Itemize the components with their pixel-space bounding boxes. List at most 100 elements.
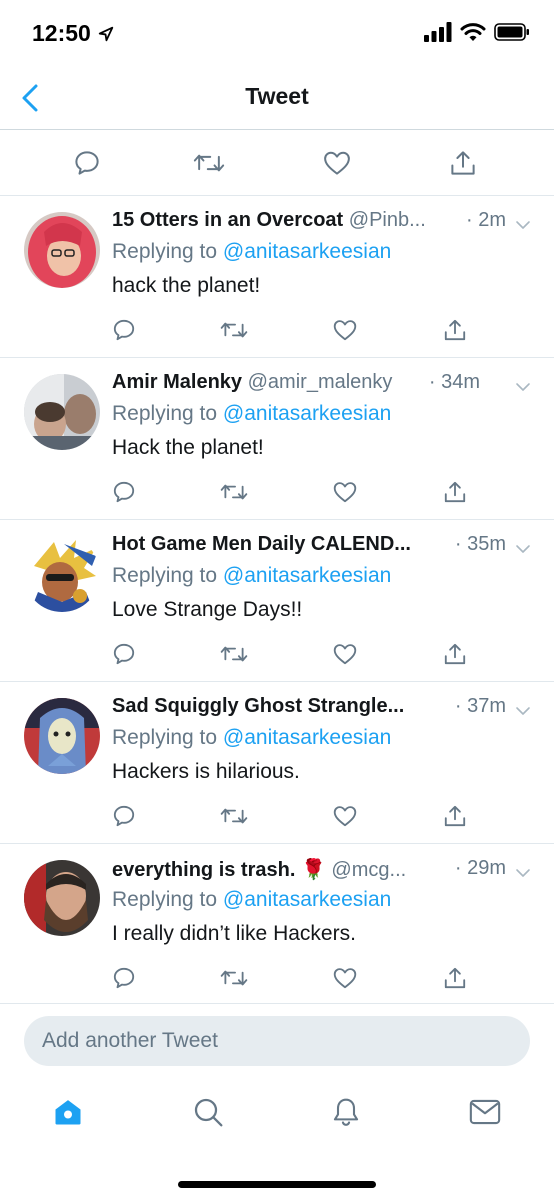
chevron-down-icon[interactable] (514, 216, 532, 234)
reply-icon (113, 967, 135, 989)
retweet-icon (193, 154, 225, 172)
location-arrow-icon (98, 26, 114, 41)
user-handle[interactable]: @mcg... (331, 859, 406, 881)
replying-to: Replying to @anitasarkeesian (112, 888, 391, 912)
heart-icon (333, 320, 357, 341)
tweet-actions (0, 472, 554, 512)
reply-icon (75, 151, 99, 175)
user-handle[interactable]: @Pinb... (349, 209, 426, 231)
share-button[interactable] (435, 310, 475, 350)
share-button[interactable] (435, 634, 475, 674)
nav-bar: Tweet (0, 66, 554, 130)
tab-home[interactable] (48, 1092, 88, 1132)
mention-link[interactable]: @anitasarkeesian (223, 564, 391, 587)
avatar[interactable] (24, 212, 100, 288)
reply-button[interactable] (104, 472, 144, 512)
main-tweet-actions (0, 131, 554, 196)
tweet-text: I really didn’t like Hackers. (112, 922, 356, 945)
share-button[interactable] (443, 143, 483, 183)
mention-link[interactable]: @anitasarkeesian (223, 402, 391, 425)
retweet-icon (220, 646, 248, 662)
retweet-button[interactable] (214, 472, 254, 512)
share-icon (444, 967, 466, 989)
retweet-icon (220, 484, 248, 500)
mention-link[interactable]: @anitasarkeesian (223, 888, 391, 911)
display-name[interactable]: Hot Game Men Daily CALEND... (112, 533, 411, 555)
retweet-button[interactable] (214, 634, 254, 674)
avatar[interactable] (24, 698, 100, 774)
retweet-button[interactable] (214, 958, 254, 998)
display-name[interactable]: Sad Squiggly Ghost Strangle... (112, 695, 404, 717)
reply-tweet[interactable]: Hot Game Men Daily CALEND... · 35m Reply… (0, 520, 554, 682)
heart-icon (333, 482, 357, 503)
reply-icon (113, 319, 135, 341)
reply-button[interactable] (104, 634, 144, 674)
chevron-down-icon[interactable] (514, 540, 532, 558)
like-button[interactable] (325, 472, 365, 512)
tweet-actions (0, 310, 554, 350)
share-icon (444, 643, 466, 665)
display-name[interactable]: Amir Malenky (112, 371, 242, 393)
reply-button[interactable] (104, 958, 144, 998)
home-indicator (178, 1181, 376, 1188)
compose-bar: Add another Tweet (0, 1004, 554, 1076)
tab-notifications[interactable] (326, 1092, 366, 1132)
replying-to: Replying to @anitasarkeesian (112, 240, 391, 264)
tab-search[interactable] (188, 1092, 228, 1132)
user-handle[interactable]: @amir_malenky (248, 371, 393, 393)
reply-button[interactable] (67, 143, 107, 183)
like-button[interactable] (317, 143, 357, 183)
retweet-button[interactable] (189, 143, 229, 183)
like-button[interactable] (325, 958, 365, 998)
chevron-down-icon[interactable] (514, 378, 532, 396)
retweet-icon (220, 322, 248, 338)
like-button[interactable] (325, 310, 365, 350)
display-name[interactable]: everything is trash. 🌹 (112, 859, 326, 881)
avatar[interactable] (24, 860, 100, 936)
add-tweet-input[interactable]: Add another Tweet (24, 1016, 530, 1066)
mention-link[interactable]: @anitasarkeesian (223, 726, 391, 749)
retweet-button[interactable] (214, 796, 254, 836)
chevron-down-icon[interactable] (514, 702, 532, 720)
heart-icon (324, 151, 350, 175)
replying-to-label: Replying to (112, 240, 218, 263)
share-icon (444, 319, 466, 341)
tweet-actions (0, 634, 554, 674)
heart-icon (333, 644, 357, 665)
retweet-icon (220, 808, 248, 824)
tweet-header: everything is trash. 🌹 @mcg... (112, 857, 512, 887)
reply-icon (113, 805, 135, 827)
replying-to: Replying to @anitasarkeesian (112, 726, 391, 750)
like-button[interactable] (325, 634, 365, 674)
tweet-actions (0, 796, 554, 836)
reply-icon (113, 643, 135, 665)
reply-button[interactable] (104, 310, 144, 350)
retweet-icon (220, 970, 248, 986)
share-button[interactable] (435, 796, 475, 836)
share-button[interactable] (435, 472, 475, 512)
share-button[interactable] (435, 958, 475, 998)
wifi-icon (460, 23, 486, 41)
mention-link[interactable]: @anitasarkeesian (223, 240, 391, 263)
retweet-button[interactable] (214, 310, 254, 350)
reply-tweet[interactable]: 15 Otters in an Overcoat @Pinb... · 2m R… (0, 196, 554, 358)
avatar[interactable] (24, 374, 100, 450)
replying-to: Replying to @anitasarkeesian (112, 402, 391, 426)
avatar[interactable] (24, 536, 100, 612)
heart-icon (333, 968, 357, 989)
chevron-down-icon[interactable] (514, 864, 532, 882)
status-time: 12:50 (32, 20, 115, 47)
display-name[interactable]: 15 Otters in an Overcoat (112, 209, 343, 231)
replying-to-label: Replying to (112, 888, 218, 911)
tab-bar (0, 1080, 554, 1150)
replying-to-label: Replying to (112, 726, 218, 749)
tweet-text: hack the planet! (112, 274, 261, 297)
replying-to-label: Replying to (112, 402, 218, 425)
reply-tweet[interactable]: everything is trash. 🌹 @mcg... · 29m Rep… (0, 844, 554, 1004)
reply-tweet[interactable]: Amir Malenky @amir_malenky · 34m Replyin… (0, 358, 554, 520)
reply-button[interactable] (104, 796, 144, 836)
tab-messages[interactable] (465, 1092, 505, 1132)
like-button[interactable] (325, 796, 365, 836)
reply-tweet[interactable]: Sad Squiggly Ghost Strangle... · 37m Rep… (0, 682, 554, 844)
reply-icon (113, 481, 135, 503)
